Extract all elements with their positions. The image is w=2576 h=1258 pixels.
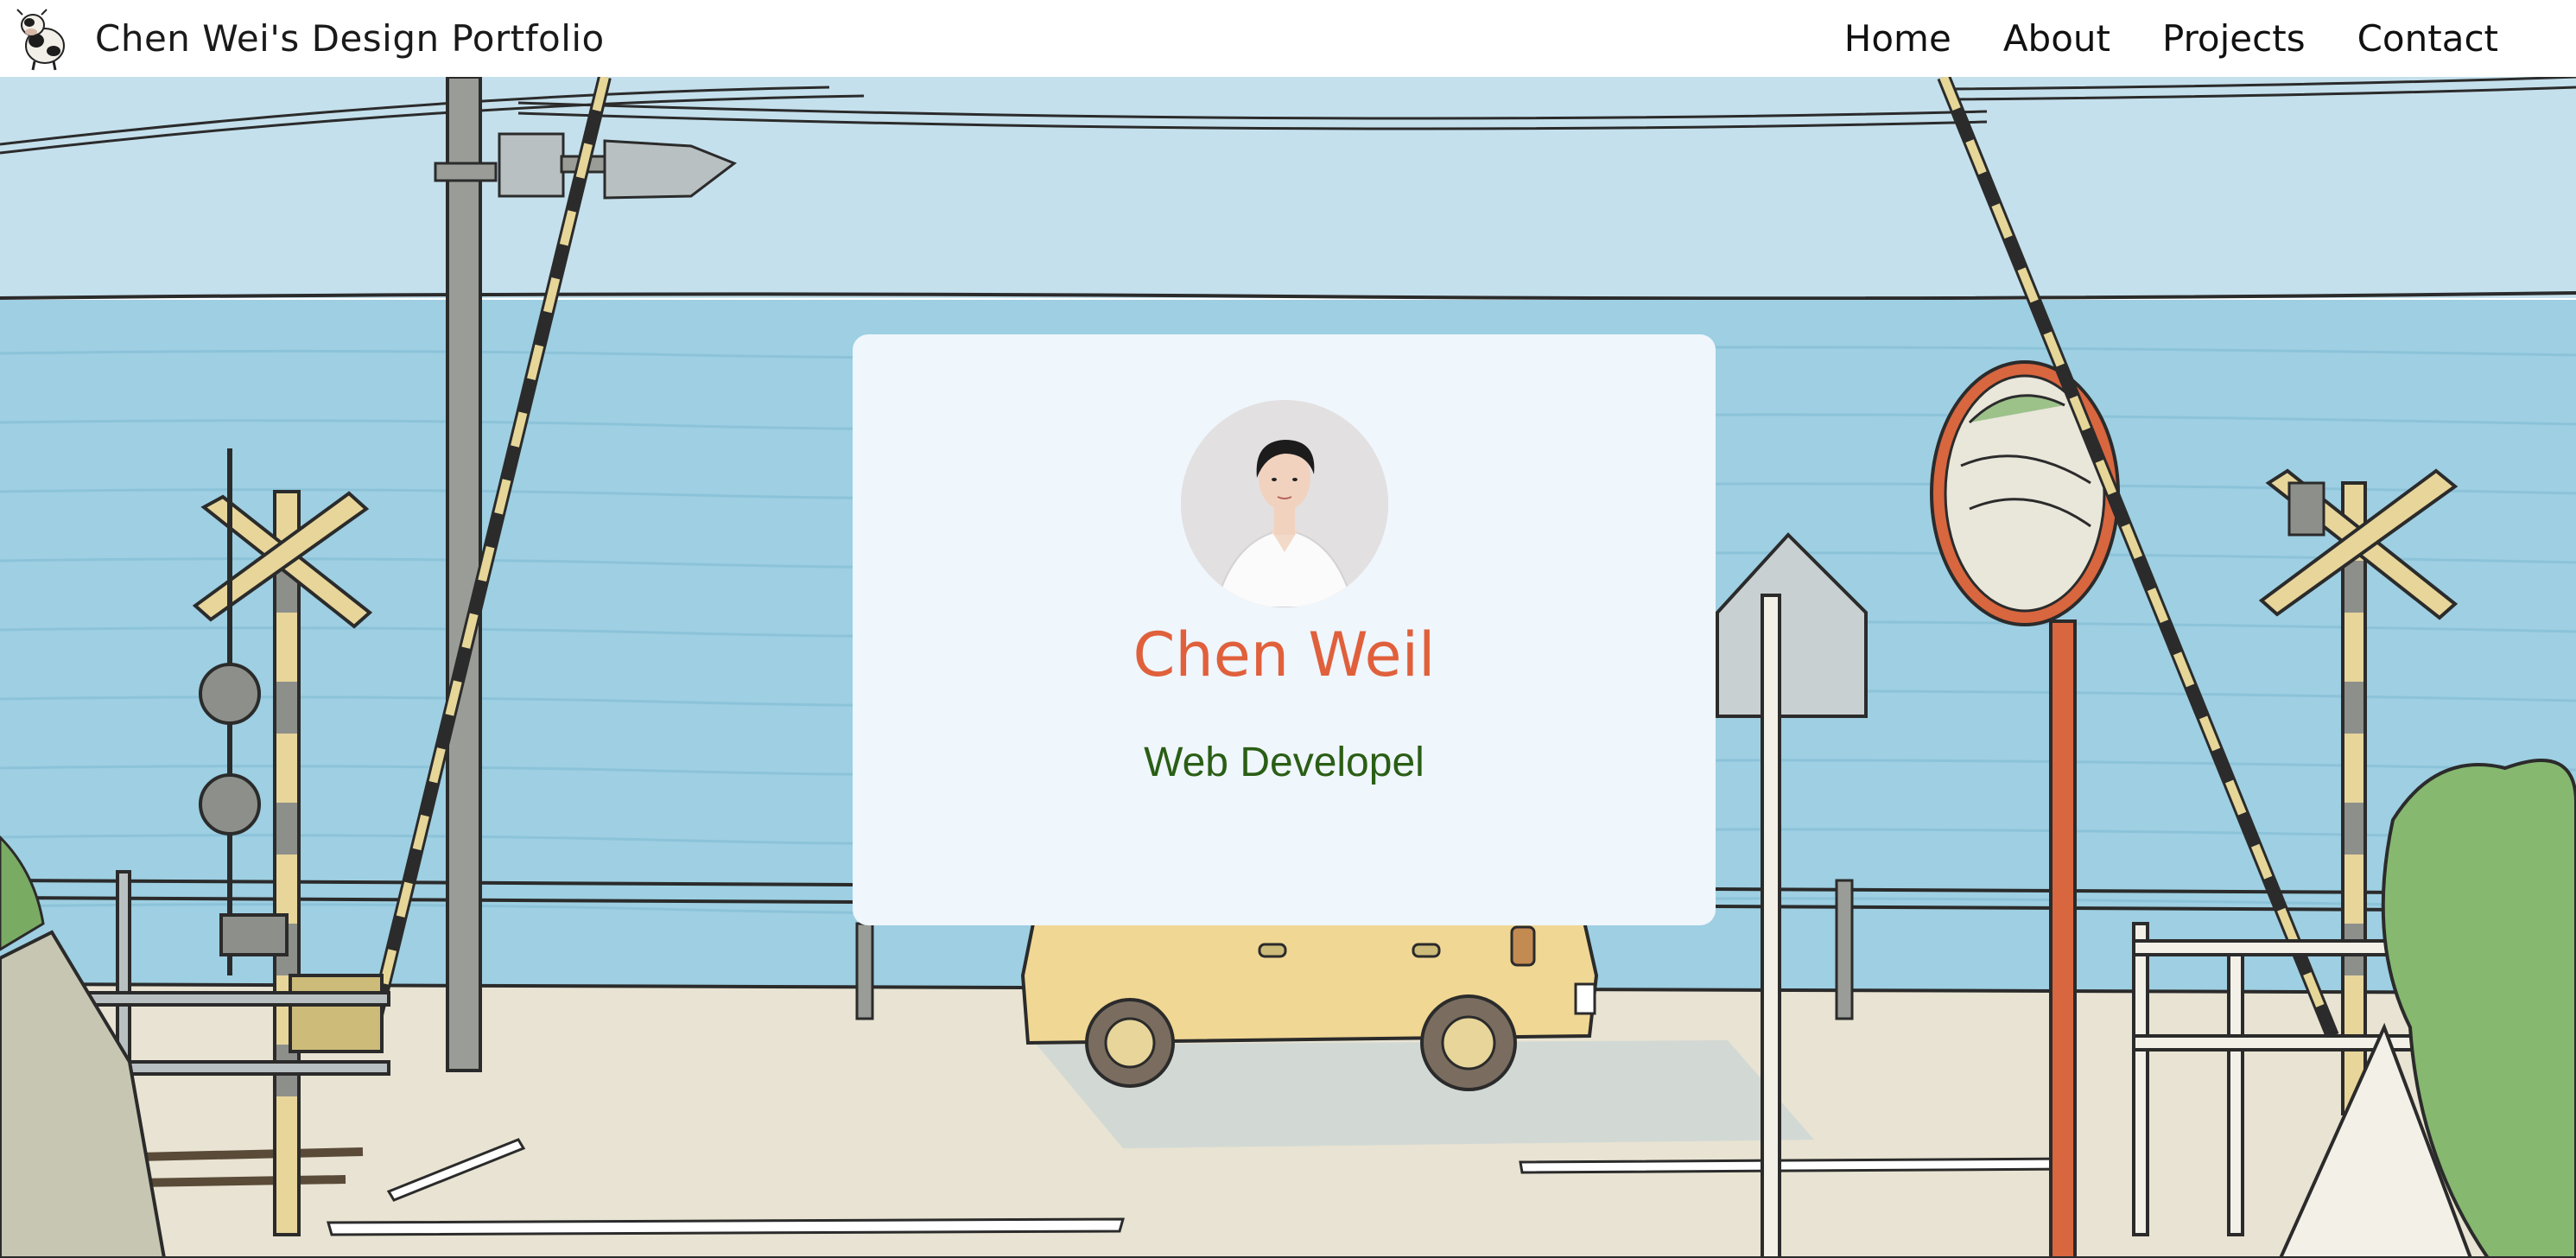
person-avatar-icon — [1181, 400, 1388, 607]
nav-link-about[interactable]: About — [2003, 17, 2110, 60]
site-title: Chen Wei's Design Portfolio — [95, 17, 605, 60]
profile-card: Chen Weil Web Developel — [853, 334, 1716, 925]
nav-link-home[interactable]: Home — [1844, 17, 1951, 60]
brand[interactable]: Chen Wei's Design Portfolio — [12, 6, 605, 72]
profile-role: Web Developel — [1144, 740, 1424, 785]
cow-logo-icon — [16, 8, 65, 70]
nav-link-contact[interactable]: Contact — [2357, 17, 2498, 60]
top-navigation-bar: Chen Wei's Design Portfolio Home About P… — [0, 0, 2576, 77]
profile-photo — [1181, 400, 1388, 607]
profile-name: Chen Weil — [1133, 619, 1436, 690]
nav-link-projects[interactable]: Projects — [2162, 17, 2306, 60]
main-nav: Home About Projects Contact — [1844, 17, 2498, 60]
sky — [0, 77, 2576, 298]
